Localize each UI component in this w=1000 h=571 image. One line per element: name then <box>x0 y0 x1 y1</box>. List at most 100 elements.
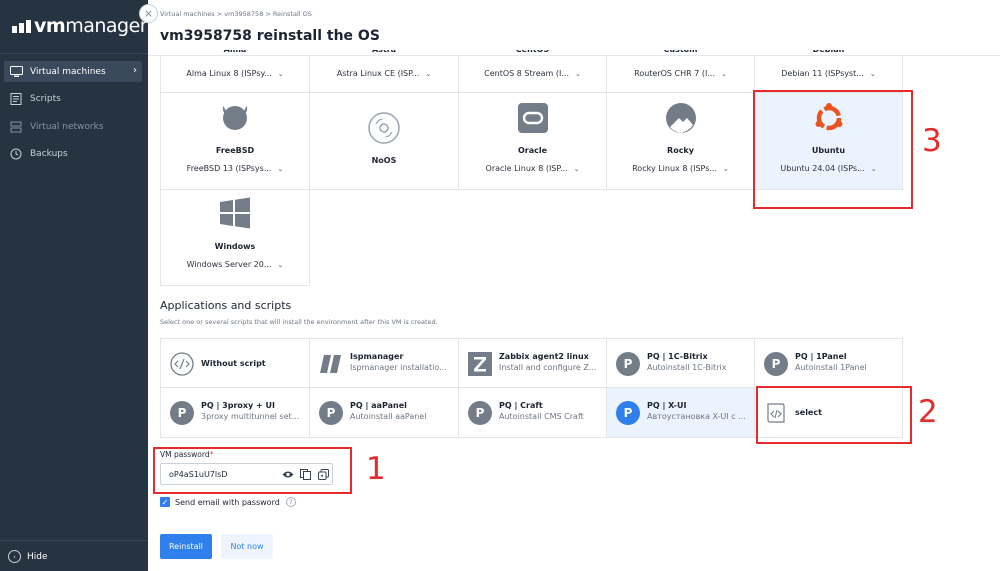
os-version-text: Debian 11 (ISPsyst... <box>781 69 864 78</box>
script-name: PQ | X-UI <box>647 401 687 410</box>
script-card-pq-3proxy[interactable]: P PQ | 3proxy + UI 3proxy multitunnel se… <box>160 388 310 438</box>
sidebar-item-virtual-networks[interactable]: Virtual networks <box>4 116 142 137</box>
page-title: vm3958758 reinstall the OS <box>160 28 380 44</box>
os-card-noos[interactable]: NoOS <box>310 93 459 190</box>
send-email-checkbox[interactable]: ✓ <box>160 497 170 507</box>
os-card-debian[interactable]: Debian Debian 11 (ISPsyst... ⌄ <box>755 50 903 93</box>
disc-icon <box>368 112 400 144</box>
annotation-number-3: 3 <box>922 123 942 159</box>
p-icon: P <box>616 352 640 376</box>
script-card-zabbix[interactable]: Zabbix agent2 linux Install and configur… <box>459 338 607 388</box>
check-icon: ✓ <box>161 497 169 507</box>
scripts-section-subtitle: Select one or several scripts that will … <box>160 318 438 326</box>
hide-sidebar-button[interactable]: ‹ Hide <box>8 550 48 563</box>
script-description: Autoinstall CMS Craft <box>499 412 584 421</box>
os-card-astra[interactable]: Astra Astra Linux CE (ISP... ⌄ <box>310 50 459 93</box>
send-email-checkbox-row[interactable]: ✓ Send email with password ? <box>160 497 296 507</box>
os-version-select[interactable]: Oracle Linux 8 (ISP... ⌄ <box>459 164 606 173</box>
freebsd-icon <box>222 106 248 130</box>
annotation-box-2 <box>756 386 912 444</box>
os-card-alma[interactable]: Alma Alma Linux 8 (ISPsy... ⌄ <box>160 50 310 93</box>
os-name: Custom <box>607 50 754 56</box>
chevron-down-icon: ⌄ <box>575 70 581 78</box>
os-name: Astra <box>310 50 458 56</box>
sidebar-item-backups[interactable]: Backups <box>4 144 142 165</box>
p-icon: P <box>319 401 343 425</box>
p-icon: P <box>616 401 640 425</box>
os-name: Alma <box>161 50 309 56</box>
sidebar-item-virtual-machines[interactable]: Virtual machines › <box>4 61 142 82</box>
os-name: FreeBSD <box>215 146 255 155</box>
windows-icon <box>220 197 250 229</box>
script-description: Install and configure Z... <box>499 363 597 372</box>
os-version-select[interactable]: Debian 11 (ISPsyst... ⌄ <box>755 69 902 78</box>
os-card-windows[interactable]: Windows Windows Server 20... ⌄ <box>160 190 310 286</box>
network-icon <box>9 120 23 134</box>
p-icon: P <box>468 401 492 425</box>
script-description: Autoinstall aaPanel <box>350 412 427 421</box>
os-name: Debian <box>755 50 902 56</box>
sidebar-item-label: Virtual machines <box>30 66 106 77</box>
os-version-select[interactable]: Astra Linux CE (ISP... ⌄ <box>310 69 458 78</box>
os-version-select[interactable]: RouterOS CHR 7 (I... ⌄ <box>607 69 754 78</box>
breadcrumb: Virtual machines > vm3958758 > Reinstall… <box>160 10 312 18</box>
os-version-text: Windows Server 20... <box>186 260 272 269</box>
os-name: NoOS <box>371 156 397 165</box>
script-name: PQ | 1C-Bitrix <box>647 352 708 361</box>
ispmanager-icon <box>320 355 341 373</box>
script-card-pq-aapanel[interactable]: P PQ | aaPanel Autoinstall aaPanel <box>310 388 459 438</box>
os-version-text: CentOS 8 Stream (I... <box>484 69 569 78</box>
script-name: PQ | 3proxy + UI <box>201 401 276 410</box>
sidebar-item-label: Scripts <box>30 94 61 104</box>
script-icon <box>9 92 23 106</box>
not-now-button[interactable]: Not now <box>221 534 273 559</box>
hide-label: Hide <box>27 551 48 562</box>
script-name: PQ | Craft <box>499 401 543 410</box>
script-card-pq-1c-bitrix[interactable]: P PQ | 1C-Bitrix Autoinstall 1C-Bitrix <box>607 338 755 388</box>
os-card-oracle[interactable]: Oracle Oracle Linux 8 (ISP... ⌄ <box>459 93 607 190</box>
os-version-select[interactable]: Windows Server 20... ⌄ <box>161 260 309 269</box>
collapse-icon: ‹ <box>8 550 21 563</box>
os-version-text: Oracle Linux 8 (ISP... <box>485 164 568 173</box>
script-card-ispmanager[interactable]: Ispmanager Ispmanager installatio... <box>310 338 459 388</box>
os-name: CentOS <box>459 50 606 56</box>
os-card-rocky[interactable]: Rocky Rocky Linux 8 (ISPs... ⌄ <box>607 93 755 190</box>
rocky-icon <box>665 103 696 133</box>
help-icon[interactable]: ? <box>285 497 296 507</box>
script-card-pq-craft[interactable]: P PQ | Craft Autoinstall CMS Craft <box>459 388 607 438</box>
os-version-text: Alma Linux 8 (ISPsy... <box>186 69 272 78</box>
os-card-custom[interactable]: Custom RouterOS CHR 7 (I... ⌄ <box>607 50 755 93</box>
chevron-down-icon: ⌄ <box>277 165 284 173</box>
chevron-down-icon: ⌄ <box>573 165 580 173</box>
os-version-select[interactable]: Rocky Linux 8 (ISPs... ⌄ <box>607 164 754 173</box>
os-name: Windows <box>214 242 256 251</box>
p-icon: P <box>170 401 194 425</box>
reinstall-button[interactable]: Reinstall <box>160 534 212 559</box>
oracle-icon <box>517 103 548 133</box>
no-script-icon <box>170 352 194 376</box>
backup-icon <box>9 147 23 161</box>
send-email-label: Send email with password <box>175 497 280 507</box>
script-card-without-script[interactable]: Without script <box>160 338 310 388</box>
script-description: Автоустановка X-UI с ... <box>647 412 746 421</box>
close-button[interactable]: × <box>139 4 158 23</box>
p-icon: P <box>764 352 788 376</box>
script-card-pq-1panel[interactable]: P PQ | 1Panel Autoinstall 1Panel <box>755 338 903 388</box>
sidebar-divider <box>0 53 148 54</box>
annotation-number-2: 2 <box>918 394 938 430</box>
chevron-down-icon: ⌄ <box>869 70 876 78</box>
os-card-freebsd[interactable]: FreeBSD FreeBSD 13 (ISPsys... ⌄ <box>160 93 310 190</box>
os-version-select[interactable]: FreeBSD 13 (ISPsys... ⌄ <box>161 164 309 173</box>
os-version-select[interactable]: Alma Linux 8 (ISPsy... ⌄ <box>161 69 309 78</box>
os-version-select[interactable]: CentOS 8 Stream (I... ⌄ <box>459 69 606 78</box>
os-version-text: RouterOS CHR 7 (I... <box>634 69 715 78</box>
os-card-centos[interactable]: CentOS CentOS 8 Stream (I... ⌄ <box>459 50 607 93</box>
sidebar-item-scripts[interactable]: Scripts <box>4 89 142 110</box>
monitor-icon <box>9 65 23 79</box>
script-name: PQ | 1Panel <box>795 352 847 361</box>
script-card-pq-x-ui[interactable]: P PQ | X-UI Автоустановка X-UI с ... <box>607 388 755 438</box>
chevron-down-icon: ⌄ <box>277 70 284 78</box>
chevron-down-icon: ⌄ <box>723 165 729 173</box>
chevron-down-icon: ⌄ <box>425 70 432 78</box>
chevron-down-icon: ⌄ <box>721 70 727 78</box>
